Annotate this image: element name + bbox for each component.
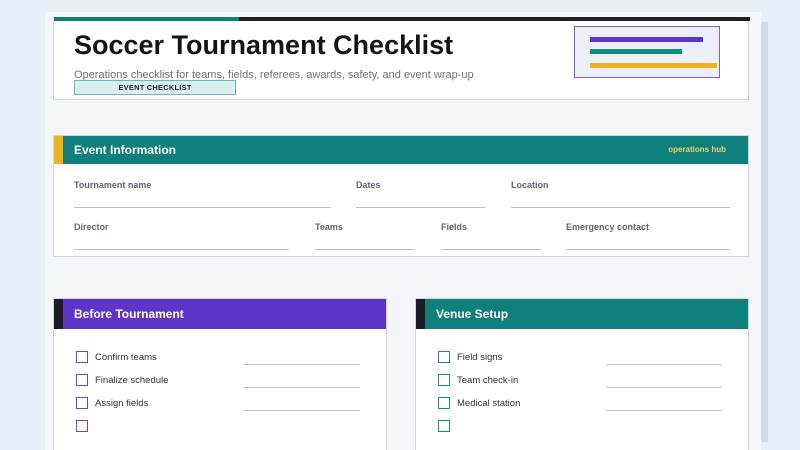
checkbox[interactable] bbox=[76, 420, 88, 432]
notes-line[interactable] bbox=[606, 410, 722, 411]
header-accent-teal bbox=[54, 17, 239, 21]
checkbox[interactable] bbox=[438, 351, 450, 363]
emergency-contact-field[interactable] bbox=[566, 249, 730, 250]
list-item-label: Assign fields bbox=[95, 398, 149, 409]
list-item-label: Finalize schedule bbox=[95, 375, 169, 386]
location-field[interactable] bbox=[511, 207, 730, 208]
event-information-title: Event Information bbox=[74, 143, 177, 157]
operations-hub-tag: operations hub bbox=[668, 145, 726, 154]
notes-line[interactable] bbox=[244, 410, 360, 411]
event-information-card: Event Information operations hub Tournam… bbox=[53, 135, 749, 257]
event-information-header: Event Information operations hub bbox=[54, 136, 748, 164]
list-item-label: Field signs bbox=[457, 352, 503, 363]
venue-setup-title: Venue Setup bbox=[436, 307, 509, 321]
logo-bar-purple bbox=[590, 37, 703, 42]
header-card: Soccer Tournament Checklist Operations c… bbox=[53, 17, 750, 100]
header-accent-dark bbox=[239, 17, 750, 21]
notes-line[interactable] bbox=[606, 364, 722, 365]
event-checklist-badge: EVENT CHECKLIST bbox=[74, 80, 236, 95]
checkbox[interactable] bbox=[76, 374, 88, 386]
before-tournament-header: Before Tournament bbox=[54, 299, 386, 329]
logo-bar-gold bbox=[590, 63, 717, 68]
location-label: Location bbox=[511, 180, 549, 190]
teams-field[interactable] bbox=[315, 249, 415, 250]
checkbox[interactable] bbox=[76, 397, 88, 409]
bars-logo-icon bbox=[574, 26, 720, 78]
checkbox[interactable] bbox=[438, 374, 450, 386]
director-field[interactable] bbox=[74, 249, 289, 250]
before-tournament-card: Before Tournament Confirm teams Finalize… bbox=[53, 298, 387, 450]
checkbox[interactable] bbox=[438, 397, 450, 409]
dates-label: Dates bbox=[356, 180, 381, 190]
notes-line[interactable] bbox=[244, 364, 360, 365]
checkbox[interactable] bbox=[438, 420, 450, 432]
dates-field[interactable] bbox=[356, 207, 485, 208]
teams-label: Teams bbox=[315, 222, 343, 232]
notes-line[interactable] bbox=[606, 387, 722, 388]
director-label: Director bbox=[74, 222, 109, 232]
venue-setup-card: Venue Setup Field signs Team check-in Me… bbox=[415, 298, 749, 450]
checklist-page: Soccer Tournament Checklist Operations c… bbox=[45, 12, 761, 450]
before-tournament-title: Before Tournament bbox=[74, 307, 184, 321]
list-item-label: Confirm teams bbox=[95, 352, 157, 363]
fields-label: Fields bbox=[441, 222, 468, 232]
venue-setup-header: Venue Setup bbox=[416, 299, 748, 329]
list-item-label: Team check-in bbox=[457, 375, 519, 386]
page-title: Soccer Tournament Checklist bbox=[74, 30, 454, 60]
fields-field[interactable] bbox=[441, 249, 541, 250]
section-edge-accent bbox=[54, 136, 63, 164]
section-edge-accent bbox=[54, 299, 63, 329]
tournament-name-field[interactable] bbox=[74, 207, 331, 208]
list-item-label: Medical station bbox=[457, 398, 521, 409]
section-edge-accent bbox=[416, 299, 425, 329]
notes-line[interactable] bbox=[244, 387, 360, 388]
logo-bar-teal bbox=[590, 49, 682, 54]
tournament-name-label: Tournament name bbox=[74, 180, 152, 190]
checkbox[interactable] bbox=[76, 351, 88, 363]
emergency-contact-label: Emergency contact bbox=[566, 222, 650, 232]
